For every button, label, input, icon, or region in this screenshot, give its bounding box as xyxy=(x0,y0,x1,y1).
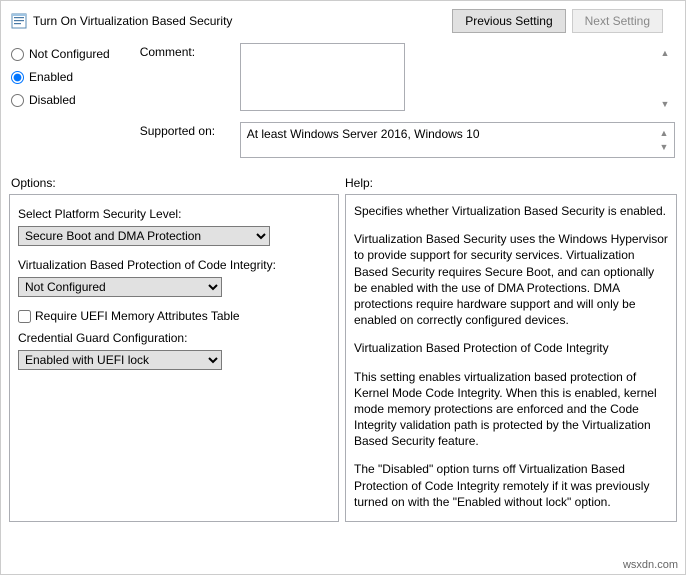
config-row: Not Configured Enabled Disabled Comment:… xyxy=(1,37,685,158)
radio-not-configured-input[interactable] xyxy=(11,48,24,61)
comment-row: Comment: ▲ ▼ xyxy=(140,43,675,114)
vbp-select[interactable]: Not Configured xyxy=(18,277,222,297)
scroll-down-icon: ▼ xyxy=(657,96,673,112)
title-bar: Turn On Virtualization Based Security Pr… xyxy=(1,1,685,37)
radio-disabled-label: Disabled xyxy=(29,93,76,107)
help-text: The "Disabled" option turns off Virtuali… xyxy=(354,461,668,510)
section-headers: Options: Help: xyxy=(1,158,685,194)
options-label: Options: xyxy=(11,176,337,190)
comment-label: Comment: xyxy=(140,43,232,59)
radio-enabled-label: Enabled xyxy=(29,70,73,84)
help-text: Virtualization Based Security uses the W… xyxy=(354,231,668,328)
help-text: Specifies whether Virtualization Based S… xyxy=(354,203,668,219)
scroll-down-icon: ▼ xyxy=(656,139,672,155)
uefi-checkbox-row[interactable]: Require UEFI Memory Attributes Table xyxy=(18,309,330,323)
policy-icon xyxy=(11,13,27,29)
radio-not-configured[interactable]: Not Configured xyxy=(11,47,110,61)
help-text: This setting enables virtualization base… xyxy=(354,369,668,450)
radio-enabled-input[interactable] xyxy=(11,71,24,84)
next-setting-button[interactable]: Next Setting xyxy=(572,9,663,33)
credential-guard-label: Credential Guard Configuration: xyxy=(18,331,330,345)
supported-row: Supported on: At least Windows Server 20… xyxy=(140,122,675,158)
help-text: Virtualization Based Protection of Code … xyxy=(354,340,668,356)
nav-buttons: Previous Setting Next Setting xyxy=(452,9,663,33)
radio-disabled[interactable]: Disabled xyxy=(11,93,110,107)
platform-security-select[interactable]: Secure Boot and DMA Protection xyxy=(18,226,270,246)
scroll-up-icon: ▲ xyxy=(657,45,673,61)
panels: Select Platform Security Level: Secure B… xyxy=(1,194,685,522)
help-panel: Specifies whether Virtualization Based S… xyxy=(345,194,677,522)
supported-box: At least Windows Server 2016, Windows 10… xyxy=(240,122,675,158)
page-title: Turn On Virtualization Based Security xyxy=(33,14,232,28)
comment-textarea[interactable] xyxy=(240,43,405,111)
vbp-label: Virtualization Based Protection of Code … xyxy=(18,258,330,272)
uefi-checkbox[interactable] xyxy=(18,310,31,323)
supported-label: Supported on: xyxy=(140,122,232,138)
options-panel: Select Platform Security Level: Secure B… xyxy=(9,194,339,522)
state-radio-group: Not Configured Enabled Disabled xyxy=(11,43,110,158)
uefi-checkbox-label: Require UEFI Memory Attributes Table xyxy=(35,309,240,323)
supported-text: At least Windows Server 2016, Windows 10 xyxy=(247,127,480,141)
radio-enabled[interactable]: Enabled xyxy=(11,70,110,84)
radio-not-configured-label: Not Configured xyxy=(29,47,110,61)
platform-security-label: Select Platform Security Level: xyxy=(18,207,330,221)
fields: Comment: ▲ ▼ Supported on: At least Wind… xyxy=(140,43,675,158)
credential-guard-select[interactable]: Enabled with UEFI lock xyxy=(18,350,222,370)
watermark: wsxdn.com xyxy=(623,559,678,571)
help-label: Help: xyxy=(345,176,373,190)
radio-disabled-input[interactable] xyxy=(11,94,24,107)
previous-setting-button[interactable]: Previous Setting xyxy=(452,9,565,33)
